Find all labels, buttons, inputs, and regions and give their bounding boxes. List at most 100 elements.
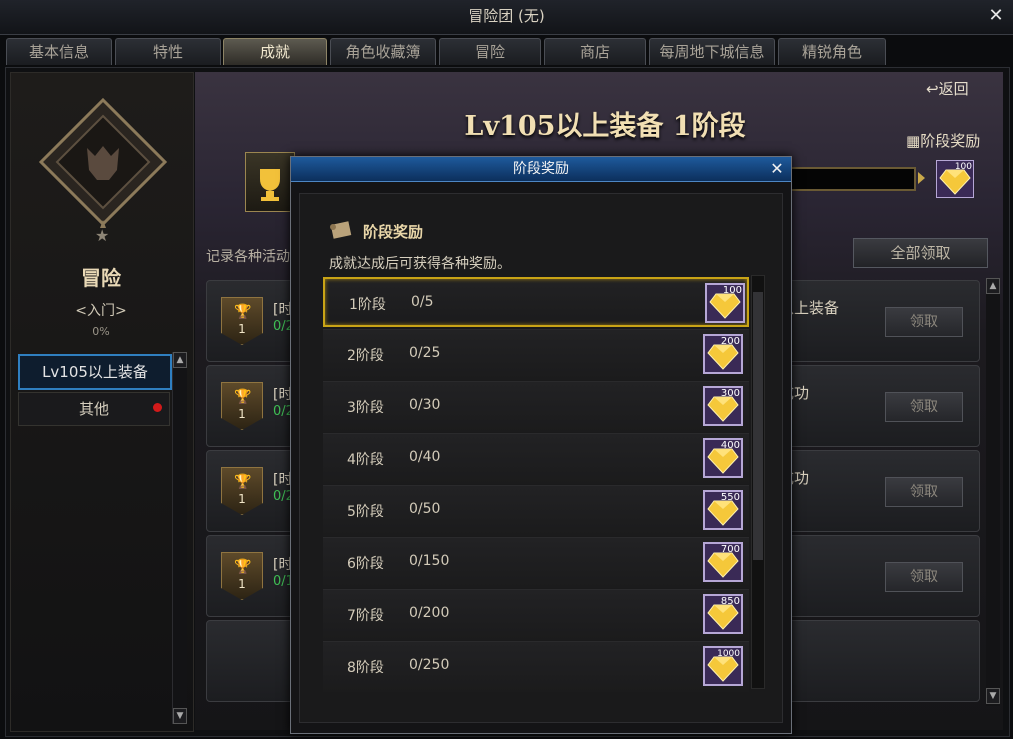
stage-row[interactable]: 2阶段 0/25 200: [323, 329, 749, 380]
tab-shop[interactable]: 商店: [544, 38, 646, 65]
scroll-up-icon[interactable]: ▲: [986, 278, 1000, 294]
reward-count: 850: [721, 596, 740, 607]
tab-weekly-dungeon[interactable]: 每周地下城信息: [649, 38, 775, 65]
arrow-right-icon: [918, 172, 925, 184]
claim-button[interactable]: 领取: [885, 307, 963, 337]
stage-reward-label: 阶段奖励: [920, 132, 981, 150]
badge-number: 1: [238, 577, 246, 591]
stage-progress: 0/5: [411, 294, 434, 310]
category-name: 冒险: [81, 266, 121, 290]
stage-row[interactable]: 3阶段 0/30 300: [323, 381, 749, 432]
stage-label: 8阶段: [347, 660, 384, 676]
back-button[interactable]: ↩返回: [926, 78, 969, 99]
reward-count: 200: [721, 336, 740, 347]
gift-icon: ▦: [906, 132, 921, 150]
scrollbar-thumb[interactable]: [753, 292, 763, 560]
claim-button[interactable]: 领取: [885, 392, 963, 422]
achievement-badge: 🏆 1: [221, 467, 263, 515]
reward-count: 100: [723, 285, 742, 296]
tab-achievements[interactable]: 成就: [223, 38, 327, 65]
stage-progress: 0/40: [409, 449, 441, 465]
stage-row[interactable]: 6阶段 0/150 700: [323, 537, 749, 588]
sidebar-scrollbar[interactable]: ▲ ▼: [172, 352, 187, 724]
window-close-button[interactable]: ✕: [984, 4, 1008, 28]
stage-label: 5阶段: [347, 504, 384, 520]
scroll-down-icon[interactable]: ▼: [173, 708, 187, 724]
trophy-icon: 🏆: [234, 559, 252, 575]
category-level: <入门>: [75, 303, 127, 319]
claim-button[interactable]: 领取: [885, 562, 963, 592]
stage-row[interactable]: 5阶段 0/50 550: [323, 485, 749, 536]
dialog-heading: 阶段奖励: [363, 223, 424, 241]
scroll-up-icon[interactable]: ▲: [173, 352, 187, 368]
stage-list: 1阶段 0/5 100 2阶段 0/25 200 3阶段 0/30 300 4阶…: [323, 275, 749, 692]
trophy-icon: 🏆: [234, 304, 252, 320]
stage-label: 4阶段: [347, 452, 384, 468]
claim-all-button[interactable]: 全部领取: [853, 238, 988, 268]
tab-basic-info[interactable]: 基本信息: [6, 38, 112, 65]
stage-progress: 0/200: [409, 605, 450, 621]
sidebar-item-other[interactable]: 其他: [18, 392, 170, 426]
stage-progress-bar: [790, 167, 916, 191]
stage-label: 3阶段: [347, 400, 384, 416]
badge-number: 1: [238, 322, 246, 336]
sidebar-item-label: 其他: [78, 400, 109, 418]
gem-reward-icon[interactable]: 100: [936, 160, 974, 198]
stage-row[interactable]: 4阶段 0/40 400: [323, 433, 749, 484]
reward-count: 300: [721, 388, 740, 399]
tab-traits[interactable]: 特性: [115, 38, 221, 65]
achievement-scrollbar[interactable]: ▲ ▼: [986, 278, 1000, 706]
dialog-close-button[interactable]: ✕: [767, 158, 787, 180]
dialog-subtitle: 成就达成后可获得各种奖励。: [329, 256, 511, 272]
stage-progress: 0/25: [409, 345, 441, 361]
stage-progress: 0/50: [409, 501, 441, 517]
gem-reward-icon[interactable]: 1000: [703, 646, 743, 686]
tab-bar: 基本信息 特性 成就 角色收藏簿 冒险 商店 每周地下城信息 精锐角色: [6, 38, 1006, 66]
achievement-description: 记录各种活动: [206, 249, 290, 265]
claim-button[interactable]: 领取: [885, 477, 963, 507]
stage-progress: 0/250: [409, 657, 450, 673]
gem-reward-icon[interactable]: 700: [703, 542, 743, 582]
category-percent: 0%: [92, 325, 110, 338]
stage-reward-button[interactable]: ▦阶段奖励: [906, 130, 980, 151]
gem-reward-icon[interactable]: 850: [703, 594, 743, 634]
scroll-down-icon[interactable]: ▼: [986, 688, 1000, 704]
category-emblem-icon: [38, 97, 168, 228]
reward-count: 1000: [717, 649, 740, 659]
back-label: 返回: [938, 80, 969, 98]
sidebar-item-lv105-equipment[interactable]: Lv105以上装备: [18, 354, 172, 390]
badge-number: 1: [238, 492, 246, 506]
stage-row[interactable]: 1阶段 0/5 100: [323, 277, 749, 327]
stage-reward-dialog: 阶段奖励 ✕ 阶段奖励 成就达成后可获得各种奖励。 1阶段 0/5 100 2阶…: [290, 156, 792, 734]
gem-reward-icon[interactable]: 200: [703, 334, 743, 374]
stage-row[interactable]: 8阶段 0/250 1000: [323, 641, 749, 692]
stage-label: 7阶段: [347, 608, 384, 624]
tab-elite-characters[interactable]: 精锐角色: [778, 38, 886, 65]
reward-count: 550: [721, 492, 740, 503]
gem-reward-icon[interactable]: 100: [705, 283, 745, 323]
tab-adventure[interactable]: 冒险: [439, 38, 541, 65]
alert-dot-icon: [153, 403, 162, 412]
stage-label: 2阶段: [347, 348, 384, 364]
star-icon: ★: [95, 226, 110, 245]
achievement-badge: 🏆 1: [221, 552, 263, 600]
reward-count: 700: [721, 544, 740, 555]
stage-title: Lv105以上装备 1阶段: [464, 111, 746, 142]
stage-label: 6阶段: [347, 556, 384, 572]
back-arrow-icon: ↩: [926, 80, 939, 98]
gem-reward-icon[interactable]: 400: [703, 438, 743, 478]
achievement-badge: 🏆 1: [221, 297, 263, 345]
stage-list-scrollbar[interactable]: [751, 275, 765, 689]
dialog-title: 阶段奖励: [513, 161, 569, 177]
gem-reward-icon[interactable]: 300: [703, 386, 743, 426]
trophy-icon: 🏆: [234, 389, 252, 405]
stage-label: 1阶段: [349, 297, 386, 313]
tab-character-collection[interactable]: 角色收藏簿: [330, 38, 436, 65]
achievement-badge: 🏆 1: [221, 382, 263, 430]
stage-row[interactable]: 7阶段 0/200 850: [323, 589, 749, 640]
sidebar-item-label: Lv105以上装备: [42, 363, 148, 381]
top-reward-count: 100: [955, 162, 972, 172]
window-title: 冒险团 (无): [468, 7, 545, 25]
gem-reward-icon[interactable]: 550: [703, 490, 743, 530]
stage-progress: 0/150: [409, 553, 450, 569]
